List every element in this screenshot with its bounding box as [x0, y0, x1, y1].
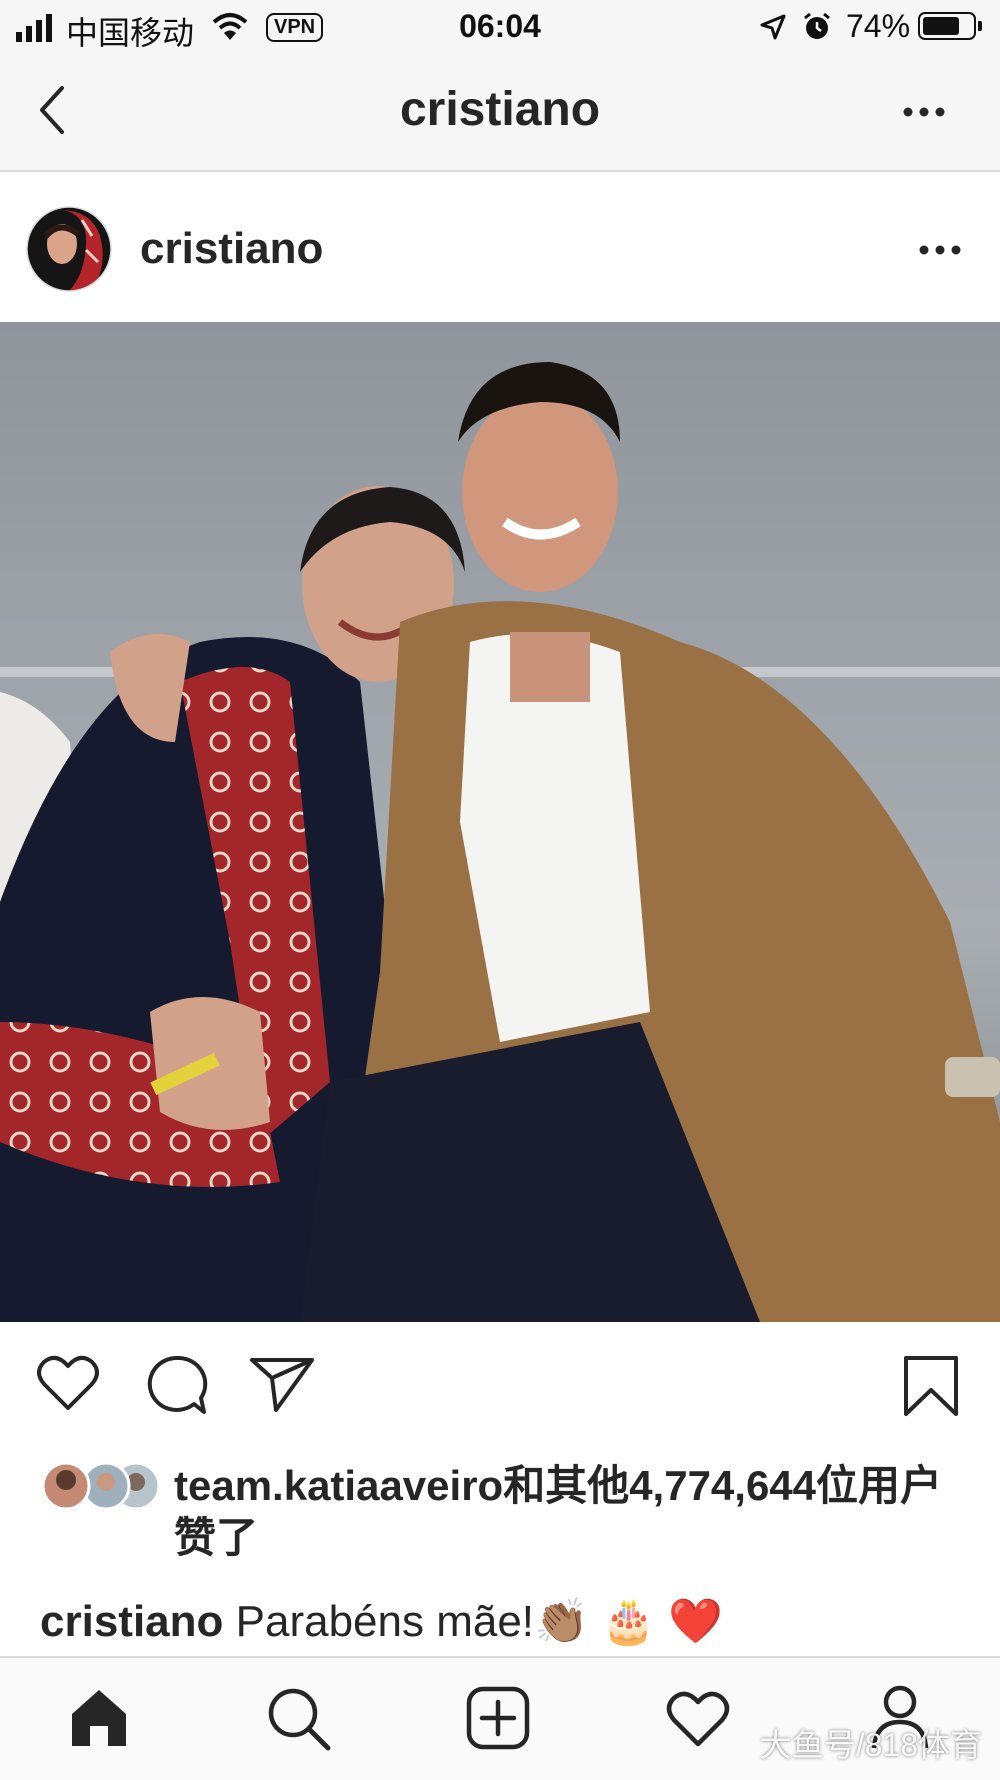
post-more-icon[interactable]: [918, 244, 962, 256]
status-bar: 中国移动 VPN 06:04 74%: [0, 0, 1000, 56]
search-icon[interactable]: [266, 1686, 332, 1752]
save-bookmark-icon[interactable]: [902, 1354, 960, 1418]
post-photo[interactable]: [0, 322, 1000, 1322]
location-icon: [760, 14, 786, 40]
activity-heart-icon[interactable]: [666, 1690, 730, 1748]
bottom-tab-bar: 大鱼号/818体育: [0, 1656, 1000, 1780]
page-title: cristiano: [399, 83, 601, 136]
battery-fill: [923, 17, 959, 35]
alarm-icon: [804, 12, 830, 39]
like-heart-icon[interactable]: [36, 1352, 100, 1412]
caption: cristiano Parabéns mãe!👏🏽 🎂 ❤️: [40, 1595, 980, 1647]
nav-header: cristiano: [0, 56, 1000, 172]
caption-username[interactable]: cristiano: [40, 1597, 223, 1646]
watermark: 大鱼号/818体育: [759, 1727, 982, 1763]
post-header: cristiano: [0, 172, 1000, 322]
add-post-icon[interactable]: [466, 1686, 530, 1750]
home-icon[interactable]: [68, 1686, 130, 1748]
caption-text: Parabéns mãe!👏🏽 🎂 ❤️: [235, 1597, 723, 1646]
battery-percent: 74%: [846, 8, 911, 44]
post-image-illustration: [0, 322, 1000, 1322]
comment-icon[interactable]: [146, 1354, 208, 1416]
post-username[interactable]: cristiano: [140, 224, 323, 274]
share-paper-plane-icon[interactable]: [250, 1356, 314, 1412]
more-options-icon[interactable]: [902, 106, 946, 118]
battery-tip: [978, 21, 982, 31]
battery-icon: [918, 12, 976, 40]
likes-summary[interactable]: team.katiaaveiro和其他4,774,644位用户赞了: [174, 1460, 974, 1564]
liker-avatars[interactable]: [40, 1460, 160, 1512]
avatar[interactable]: [26, 206, 112, 292]
